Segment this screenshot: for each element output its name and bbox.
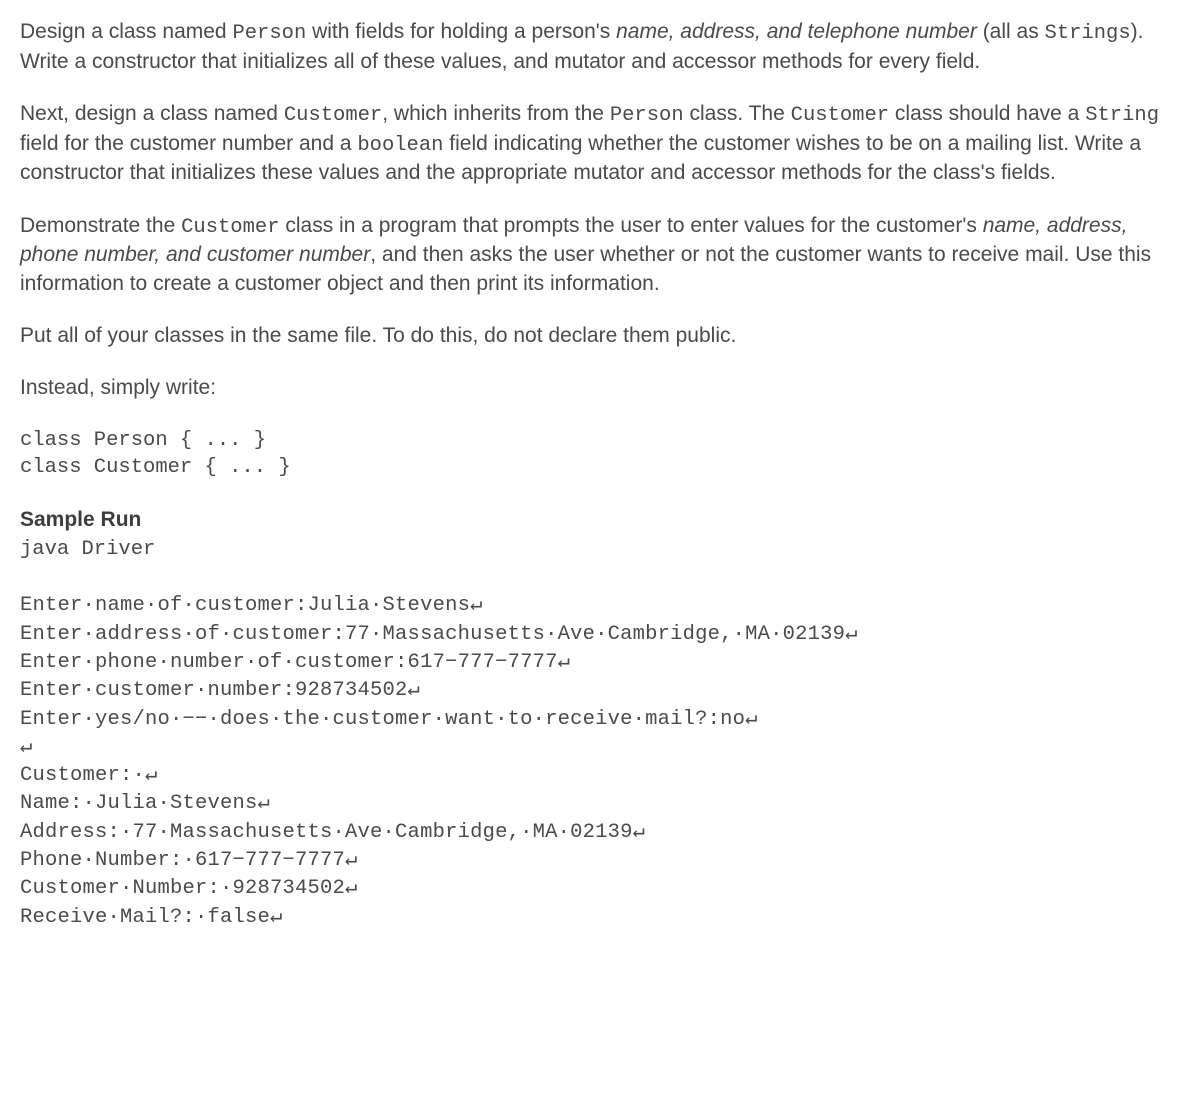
code-customer: Customer	[181, 216, 279, 239]
text: , which inherits from the	[382, 102, 610, 125]
text: field for the customer number and a	[20, 132, 357, 155]
text: class should have a	[889, 102, 1085, 125]
paragraph-4: Put all of your classes in the same file…	[20, 322, 1180, 350]
code-block-classes: class Person { ... } class Customer { ..…	[20, 427, 1180, 482]
sample-run-output: Enter·name·of·customer:Julia·Stevens↵ En…	[20, 592, 1180, 931]
code-strings: Strings	[1045, 22, 1131, 45]
sample-run-header: Sample Run java Driver	[20, 506, 1180, 564]
sample-run-command: java Driver	[20, 538, 155, 561]
text: Demonstrate the	[20, 214, 181, 237]
code-string: String	[1085, 104, 1159, 127]
text: Next, design a class named	[20, 102, 284, 125]
text: with fields for holding a person's	[306, 20, 616, 43]
text: class in a program that prompts the user…	[280, 214, 983, 237]
text: class. The	[684, 102, 791, 125]
code-customer: Customer	[284, 104, 382, 127]
paragraph-1: Design a class named Person with fields …	[20, 18, 1180, 76]
code-boolean: boolean	[357, 134, 443, 157]
paragraph-5: Instead, simply write:	[20, 374, 1180, 402]
code-person: Person	[610, 104, 684, 127]
text: Design a class named	[20, 20, 232, 43]
italic-fields: name, address, and telephone number	[616, 20, 977, 43]
code-person: Person	[232, 22, 306, 45]
sample-run-label: Sample Run	[20, 508, 141, 531]
code-customer: Customer	[791, 104, 889, 127]
paragraph-3: Demonstrate the Customer class in a prog…	[20, 212, 1180, 298]
text: (all as	[977, 20, 1045, 43]
paragraph-2: Next, design a class named Customer, whi…	[20, 100, 1180, 188]
